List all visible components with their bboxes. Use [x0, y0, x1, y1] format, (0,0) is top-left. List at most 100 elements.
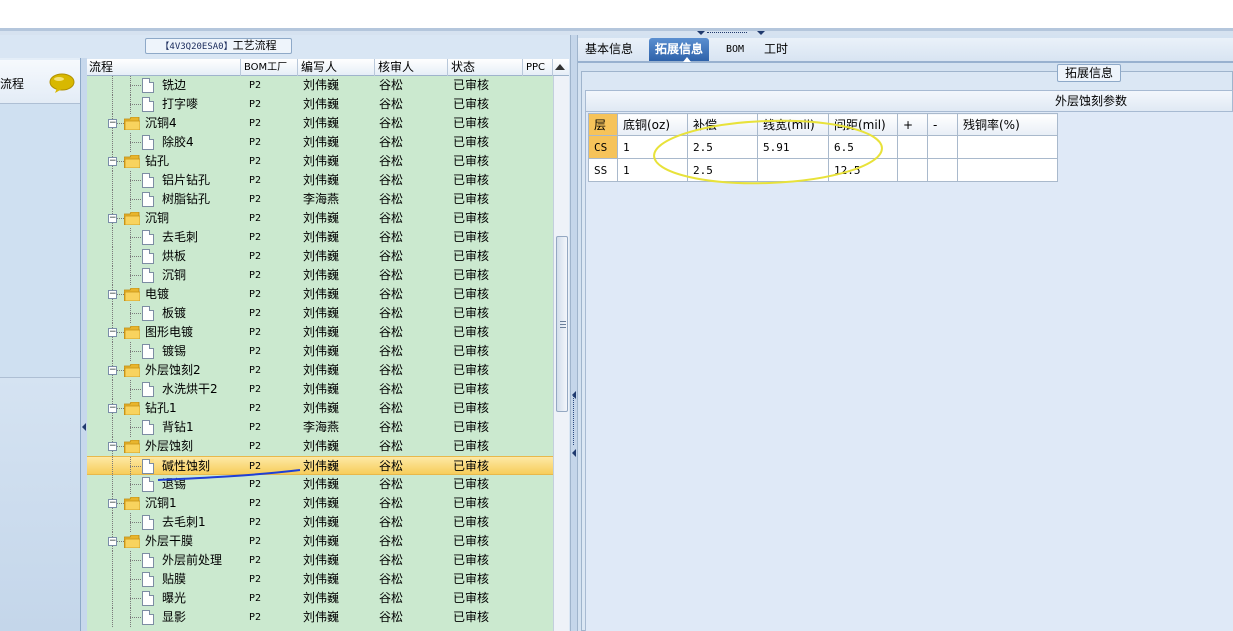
table-row[interactable]: − 沉铜 P2 刘伟巍 谷松 已审核	[87, 209, 553, 228]
reviewer-cell: 谷松	[379, 420, 404, 434]
table-row[interactable]: 除胶4 P2 刘伟巍 谷松 已审核	[87, 133, 553, 152]
collapse-top-icon[interactable]	[757, 31, 765, 35]
params-col-minus[interactable]: -	[927, 113, 958, 136]
params-cell[interactable]: 2.5	[687, 135, 758, 159]
table-row[interactable]: − 电镀 P2 刘伟巍 谷松 已审核	[87, 285, 553, 304]
table-row[interactable]: 贴膜 P2 刘伟巍 谷松 已审核	[87, 570, 553, 589]
folder-icon	[124, 497, 140, 510]
folder-icon	[124, 364, 140, 377]
section-title: 外层蚀刻参数	[585, 90, 1233, 112]
table-row[interactable]: 显影 P2 刘伟巍 谷松 已审核	[87, 608, 553, 627]
process-name: 背钻1	[162, 420, 194, 434]
table-row[interactable]: 碱性蚀刻 P2 刘伟巍 谷松 已审核	[87, 456, 553, 476]
params-col-plus[interactable]: +	[897, 113, 928, 136]
table-row[interactable]: − 钻孔 P2 刘伟巍 谷松 已审核	[87, 152, 553, 171]
table-row[interactable]: − 图形电镀 P2 刘伟巍 谷松 已审核	[87, 323, 553, 342]
bom-factory-cell: P2	[249, 461, 262, 472]
col-header-bom-factory[interactable]: BOM工厂	[242, 59, 298, 76]
table-row[interactable]: 板镀 P2 刘伟巍 谷松 已审核	[87, 304, 553, 323]
tree-line	[112, 304, 113, 323]
params-cell[interactable]	[897, 135, 928, 159]
collapse-node-icon[interactable]: −	[108, 366, 117, 375]
tab-extended-info[interactable]: 拓展信息	[649, 38, 710, 61]
table-row[interactable]: 铣边 P2 刘伟巍 谷松 已审核	[87, 76, 553, 95]
collapse-node-icon[interactable]: −	[108, 499, 117, 508]
params-col-line-width[interactable]: 线宽(mil)	[757, 113, 829, 136]
table-row[interactable]: − 沉铜1 P2 刘伟巍 谷松 已审核	[87, 494, 553, 513]
tab-bom[interactable]: BOM	[720, 38, 750, 61]
params-cell[interactable]: 1	[617, 158, 688, 182]
grid-scrollbar[interactable]	[553, 76, 569, 631]
table-row[interactable]: 曝光 P2 刘伟巍 谷松 已审核	[87, 589, 553, 608]
table-row[interactable]: 背钻1 P2 李海燕 谷松 已审核	[87, 418, 553, 437]
col-header-process[interactable]: 流程	[87, 59, 241, 76]
col-header-reviewer[interactable]: 核审人	[376, 59, 448, 76]
col-header-writer[interactable]: 编写人	[299, 59, 375, 76]
process-name: 去毛刺	[162, 230, 199, 244]
table-row[interactable]: 烘板 P2 刘伟巍 谷松 已审核	[87, 247, 553, 266]
status-cell: 已审核	[453, 439, 490, 453]
params-col-spacing[interactable]: 间距(mil)	[828, 113, 898, 136]
tree-line	[112, 247, 113, 266]
collapse-arrow-icon[interactable]	[572, 449, 576, 457]
collapse-node-icon[interactable]: −	[108, 537, 117, 546]
params-cell[interactable]: 1	[617, 135, 688, 159]
params-cell[interactable]	[927, 158, 958, 182]
collapse-node-icon[interactable]: −	[108, 157, 117, 166]
table-row[interactable]: 去毛刺1 P2 刘伟巍 谷松 已审核	[87, 513, 553, 532]
params-cell[interactable]	[927, 135, 958, 159]
params-col-layer[interactable]: 层	[588, 113, 618, 136]
table-row[interactable]: 外层前处理 P2 刘伟巍 谷松 已审核	[87, 551, 553, 570]
params-col-compensation[interactable]: 补偿	[687, 113, 758, 136]
status-cell: 已审核	[453, 591, 490, 605]
params-cell[interactable]: 6.5	[828, 135, 898, 159]
tab-work-hours[interactable]: 工时	[758, 38, 794, 61]
params-cell[interactable]	[757, 158, 829, 182]
top-band	[0, 0, 1233, 30]
table-row[interactable]: − 外层干膜 P2 刘伟巍 谷松 已审核	[87, 532, 553, 551]
table-row[interactable]: 镀锡 P2 刘伟巍 谷松 已审核	[87, 342, 553, 361]
collapse-node-icon[interactable]: −	[108, 290, 117, 299]
tab-basic-info[interactable]: 基本信息	[579, 38, 639, 61]
params-col-base-copper[interactable]: 底铜(oz)	[617, 113, 688, 136]
main-splitter[interactable]	[570, 35, 578, 631]
table-row[interactable]: 打字嘜 P2 刘伟巍 谷松 已审核	[87, 95, 553, 114]
collapse-node-icon[interactable]: −	[108, 404, 117, 413]
table-row[interactable]: 去毛刺 P2 刘伟巍 谷松 已审核	[87, 228, 553, 247]
table-row[interactable]: 树脂钻孔 P2 李海燕 谷松 已审核	[87, 190, 553, 209]
process-panel-caption: 【4V3Q20ESA0】工艺流程	[145, 38, 292, 54]
collapse-left-icon[interactable]	[82, 423, 86, 431]
table-row[interactable]: 铝片钻孔 P2 刘伟巍 谷松 已审核	[87, 171, 553, 190]
grid-scrollbar-thumb[interactable]	[556, 236, 568, 412]
params-cell[interactable]	[957, 135, 1058, 159]
writer-cell: 刘伟巍	[303, 135, 340, 149]
params-cell[interactable]: CS	[588, 135, 618, 159]
collapse-node-icon[interactable]: −	[108, 214, 117, 223]
col-header-ppc[interactable]: PPC	[524, 59, 553, 76]
params-cell[interactable]: 12.5	[828, 158, 898, 182]
collapse-node-icon[interactable]: −	[108, 119, 117, 128]
table-row[interactable]: − 外层蚀刻 P2 刘伟巍 谷松 已审核	[87, 437, 553, 456]
reviewer-cell: 谷松	[379, 192, 404, 206]
status-cell: 已审核	[453, 534, 490, 548]
collapse-node-icon[interactable]: −	[108, 328, 117, 337]
tree-line	[112, 380, 113, 399]
params-cell[interactable]	[897, 158, 928, 182]
table-row[interactable]: − 沉铜4 P2 刘伟巍 谷松 已审核	[87, 114, 553, 133]
params-col-residual-copper[interactable]: 残铜率(%)	[957, 113, 1058, 136]
table-row[interactable]: − 外层蚀刻2 P2 刘伟巍 谷松 已审核	[87, 361, 553, 380]
scroll-up-arrow-icon[interactable]	[555, 64, 565, 70]
table-row[interactable]: − 钻孔1 P2 刘伟巍 谷松 已审核	[87, 399, 553, 418]
table-row[interactable]: 水洗烘干2 P2 刘伟巍 谷松 已审核	[87, 380, 553, 399]
writer-cell: 刘伟巍	[303, 591, 340, 605]
collapse-top-icon[interactable]	[697, 31, 705, 35]
params-cell[interactable]	[957, 158, 1058, 182]
col-header-status[interactable]: 状态	[449, 59, 523, 76]
collapse-node-icon[interactable]: −	[108, 442, 117, 451]
writer-cell: 刘伟巍	[303, 97, 340, 111]
params-cell[interactable]: SS	[588, 158, 618, 182]
table-row[interactable]: 退锡 P2 刘伟巍 谷松 已审核	[87, 475, 553, 494]
params-cell[interactable]: 2.5	[687, 158, 758, 182]
table-row[interactable]: 沉铜 P2 刘伟巍 谷松 已审核	[87, 266, 553, 285]
params-cell[interactable]: 5.91	[757, 135, 829, 159]
